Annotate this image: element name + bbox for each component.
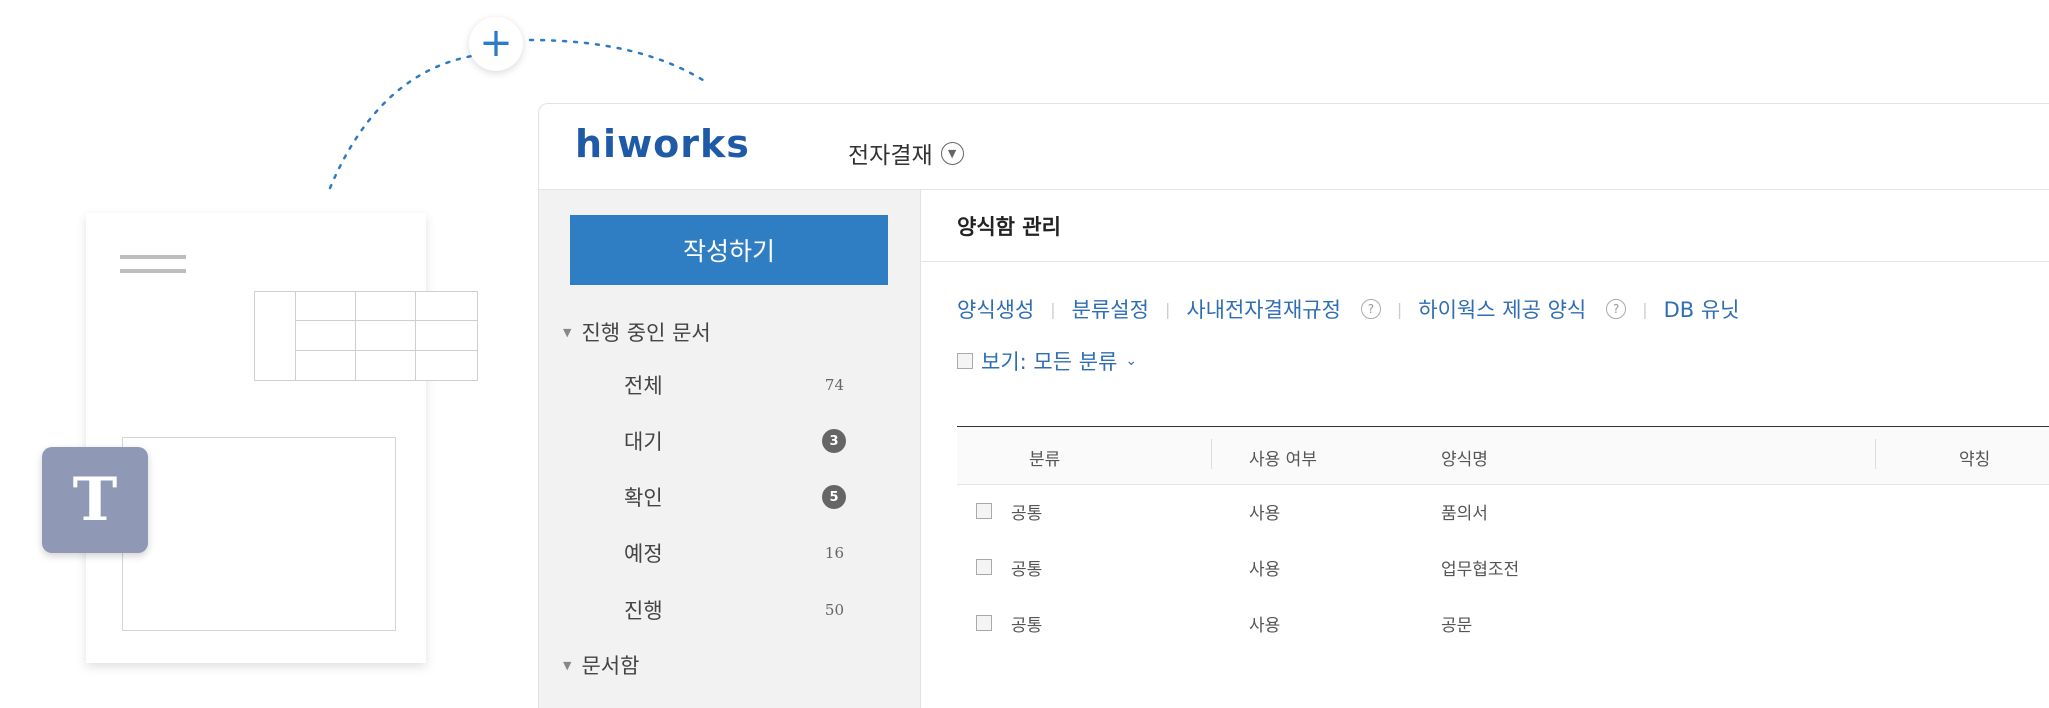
document-illustration xyxy=(86,213,478,663)
cell-usage: 사용 xyxy=(1249,560,1281,580)
hiworks-forms-link[interactable]: 하이웍스 제공 양식 xyxy=(1418,294,1586,324)
cell-form-name[interactable]: 업무협조전 xyxy=(1441,555,1519,580)
column-header-usage[interactable]: 사용 여부 xyxy=(1249,445,1317,470)
create-form-link[interactable]: 양식생성 xyxy=(957,294,1034,324)
write-button[interactable]: 작성하기 xyxy=(570,215,888,285)
app-window: hiworks 전자결재 ▼ 작성하기 ▼ 진행 중인 문서 전체 74 대기 … xyxy=(538,103,2049,708)
cell-category: 공통 xyxy=(1011,504,1043,524)
sidebar-section-docbox[interactable]: ▼ 문서함 xyxy=(563,650,639,680)
count-badge: 5 xyxy=(822,485,846,509)
cell-category: 공통 xyxy=(1011,616,1043,636)
row-checkbox[interactable] xyxy=(976,503,992,519)
sidebar-item-label: 진행 xyxy=(624,599,663,623)
help-icon[interactable]: ? xyxy=(1606,299,1627,319)
table-header: 분류 사용 여부 양식명 약칭 xyxy=(957,426,2049,485)
column-header-category[interactable]: 분류 xyxy=(1029,445,1060,470)
cell-form-name[interactable]: 공문 xyxy=(1441,611,1472,636)
divider: | xyxy=(1050,299,1056,319)
column-header-abbreviation[interactable]: 약칭 xyxy=(1959,445,1990,470)
table-row[interactable]: 공통 사용 업무협조전 xyxy=(957,539,2049,595)
image-box-decoration xyxy=(122,437,396,631)
column-divider xyxy=(1875,439,1876,469)
divider: | xyxy=(1396,299,1403,319)
cell-usage: 사용 xyxy=(1249,616,1281,636)
sidebar-item-label: 예정 xyxy=(624,542,663,566)
chevron-down-icon: ▼ xyxy=(940,141,964,165)
column-divider xyxy=(1211,439,1212,469)
sidebar-item-count: 50 xyxy=(824,601,844,619)
cell-category: 공통 xyxy=(1011,560,1043,580)
sidebar-item-count: 16 xyxy=(824,544,844,562)
hiworks-logo[interactable]: hiworks xyxy=(575,122,750,166)
row-checkbox[interactable] xyxy=(976,559,992,575)
text-tool-icon: T xyxy=(42,447,148,553)
sidebar-section-inprogress[interactable]: ▼ 진행 중인 문서 xyxy=(563,317,711,347)
table-row[interactable]: 공통 사용 품의서 xyxy=(957,483,2049,539)
divider: | xyxy=(1164,299,1171,319)
help-icon[interactable]: ? xyxy=(1360,299,1381,319)
page-title: 양식함 관리 xyxy=(921,190,2049,262)
sidebar: 작성하기 ▼ 진행 중인 문서 전체 74 대기 3 확인 5 예정 16 진행… xyxy=(539,190,921,708)
db-unit-link[interactable]: DB 유닛 xyxy=(1664,294,1740,324)
sidebar-item-label: 확인 xyxy=(624,486,663,510)
column-header-form-name[interactable]: 양식명 xyxy=(1441,445,1488,470)
action-links: 양식생성 | 분류설정 | 사내전자결재규정 ? | 하이웍스 제공 양식 ? … xyxy=(957,294,1740,324)
cell-form-name[interactable]: 품의서 xyxy=(1441,499,1488,524)
view-filter-label: 보기: 모든 분류 xyxy=(981,350,1118,374)
main-content: 양식함 관리 양식생성 | 분류설정 | 사내전자결재규정 ? | 하이웍스 제… xyxy=(921,190,2049,708)
count-badge: 3 xyxy=(822,429,846,453)
cell-usage: 사용 xyxy=(1249,504,1281,524)
sidebar-item-label: 대기 xyxy=(624,430,663,454)
caret-down-icon: ▼ xyxy=(563,325,572,339)
chevron-down-icon: ⌄ xyxy=(1125,353,1138,369)
table-row[interactable]: 공통 사용 공문 xyxy=(957,595,2049,651)
category-settings-link[interactable]: 분류설정 xyxy=(1072,294,1149,324)
view-filter-dropdown[interactable]: 보기: 모든 분류 ⌄ xyxy=(957,346,1137,376)
sidebar-section-label: 진행 중인 문서 xyxy=(581,321,711,345)
plus-icon: + xyxy=(469,17,523,71)
text-lines-decoration xyxy=(120,255,186,283)
sidebar-section-label: 문서함 xyxy=(581,654,640,678)
row-checkbox[interactable] xyxy=(976,615,992,631)
sidebar-item-scheduled[interactable]: 예정 16 xyxy=(624,538,844,568)
app-menu-dropdown[interactable]: 전자결재 ▼ xyxy=(848,136,964,170)
caret-down-icon: ▼ xyxy=(563,658,572,672)
sidebar-item-progress[interactable]: 진행 50 xyxy=(624,595,844,625)
app-menu-label: 전자결재 xyxy=(848,143,933,169)
checkbox-icon xyxy=(957,353,973,369)
table-decoration xyxy=(254,291,478,381)
sidebar-item-count: 74 xyxy=(824,376,844,394)
company-rules-link[interactable]: 사내전자결재규정 xyxy=(1186,294,1341,324)
sidebar-item-label: 전체 xyxy=(624,374,663,398)
divider: | xyxy=(1642,299,1648,319)
sidebar-item-all[interactable]: 전체 74 xyxy=(624,370,844,400)
top-bar: hiworks 전자결재 ▼ xyxy=(539,104,2049,190)
sidebar-item-waiting[interactable]: 대기 3 xyxy=(624,426,846,456)
sidebar-item-confirm[interactable]: 확인 5 xyxy=(624,482,846,512)
